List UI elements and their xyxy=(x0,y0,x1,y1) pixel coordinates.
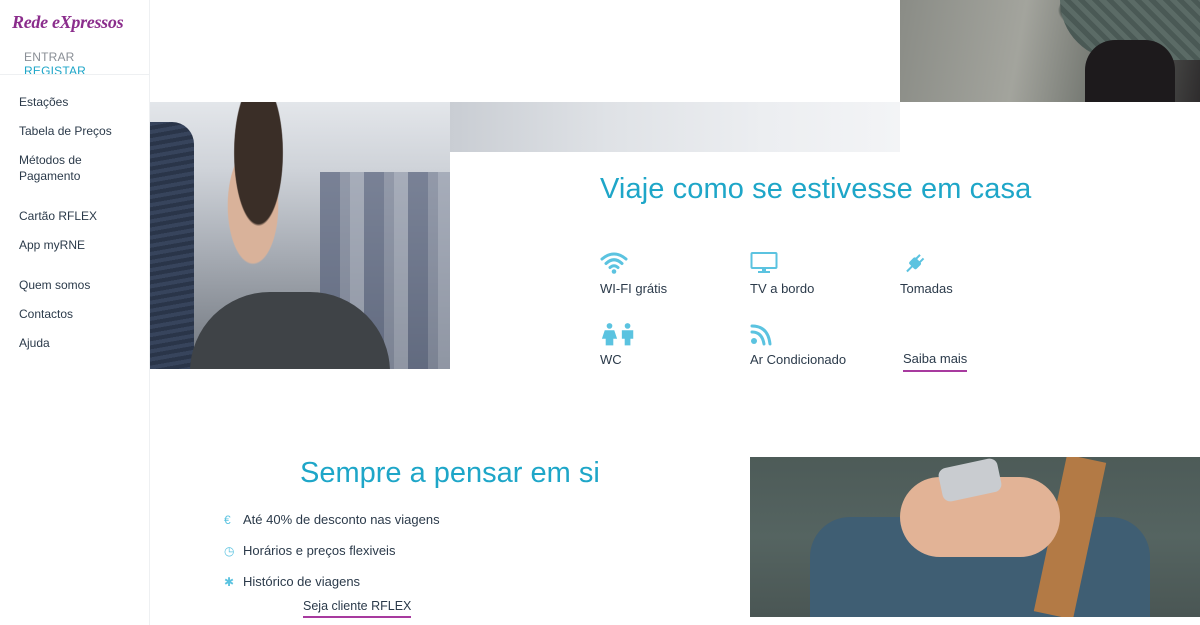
sidebar-item-contactos[interactable]: Contactos xyxy=(19,306,139,322)
divider xyxy=(0,74,150,75)
loyalty-title: Sempre a pensar em si xyxy=(300,457,600,489)
euro-icon: € xyxy=(224,512,231,527)
saiba-mais-link[interactable]: Saiba mais xyxy=(903,351,968,372)
list-item: ◷ Horários e preços flexiveis xyxy=(224,535,644,566)
nav-group-travel: Estações Tabela de Preços Métodos de Pag… xyxy=(19,94,139,184)
air-conditioning-icon xyxy=(750,324,772,346)
photo-bus-interior xyxy=(150,102,450,369)
register-link[interactable]: REGISTAR xyxy=(24,64,86,78)
comfort-title: Viaje como se estivesse em casa xyxy=(600,173,1032,205)
sidebar-item-metodos-pagamento[interactable]: Métodos de Pagamento xyxy=(19,152,139,184)
rflex-signup-link[interactable]: Seja cliente RFLEX xyxy=(303,599,412,618)
nav-group-company: Quem somos Contactos Ajuda xyxy=(19,277,139,351)
feature-label: Tomadas xyxy=(900,281,953,296)
benefit-text: Até 40% de desconto nas viagens xyxy=(243,512,440,527)
benefit-text: Horários e preços flexiveis xyxy=(243,543,396,558)
history-icon: ✱ xyxy=(224,574,235,589)
photo-passenger-walking xyxy=(900,0,1200,102)
photo-detail xyxy=(198,102,308,332)
list-item: ✱ Histórico de viagens xyxy=(224,566,644,597)
feature-label: TV a bordo xyxy=(750,281,815,296)
photo-detail xyxy=(150,122,194,369)
tv-icon xyxy=(750,252,778,273)
login-link[interactable]: ENTRAR xyxy=(24,50,75,64)
sidebar-item-ajuda[interactable]: Ajuda xyxy=(19,335,139,351)
feature-plug: Tomadas xyxy=(900,251,1040,296)
list-item: € Até 40% de desconto nas viagens xyxy=(224,504,644,535)
sidebar-item-quem-somos[interactable]: Quem somos xyxy=(19,277,139,293)
feature-label: WC xyxy=(600,352,622,367)
feature-label: Ar Condicionado xyxy=(750,352,847,367)
brand-logo[interactable]: Rede eXpressos xyxy=(12,12,124,33)
sidebar-item-cartao-rflex[interactable]: Cartão RFLEX xyxy=(19,208,139,224)
feature-air-conditioning: Ar Condicionado xyxy=(750,322,890,367)
photo-bus-interior-strip xyxy=(450,102,900,152)
plug-icon xyxy=(906,254,925,273)
clock-icon: ◷ xyxy=(224,543,235,558)
benefit-text: Histórico de viagens xyxy=(243,574,361,589)
sidebar-item-estacoes[interactable]: Estações xyxy=(19,94,139,110)
wifi-icon xyxy=(600,252,628,274)
feature-wc: WC xyxy=(600,322,740,367)
feature-label: WI-FI grátis xyxy=(600,281,668,296)
benefit-list: € Até 40% de desconto nas viagens ◷ Horá… xyxy=(224,504,644,597)
feature-tv: TV a bordo xyxy=(750,251,890,296)
sidebar-item-app-myrne[interactable]: App myRNE xyxy=(19,237,139,253)
sidebar-nav: Estações Tabela de Preços Métodos de Pag… xyxy=(19,94,139,375)
wc-icon xyxy=(601,323,634,346)
photo-phone-in-hands xyxy=(750,457,1200,617)
nav-group-products: Cartão RFLEX App myRNE xyxy=(19,208,139,253)
feature-wifi: WI-FI grátis xyxy=(600,251,740,296)
photo-detail xyxy=(1085,40,1175,102)
sidebar-item-tabela-precos[interactable]: Tabela de Preços xyxy=(19,123,139,139)
sidebar: Rede eXpressos ENTRAR REGISTAR Estações … xyxy=(0,0,150,625)
